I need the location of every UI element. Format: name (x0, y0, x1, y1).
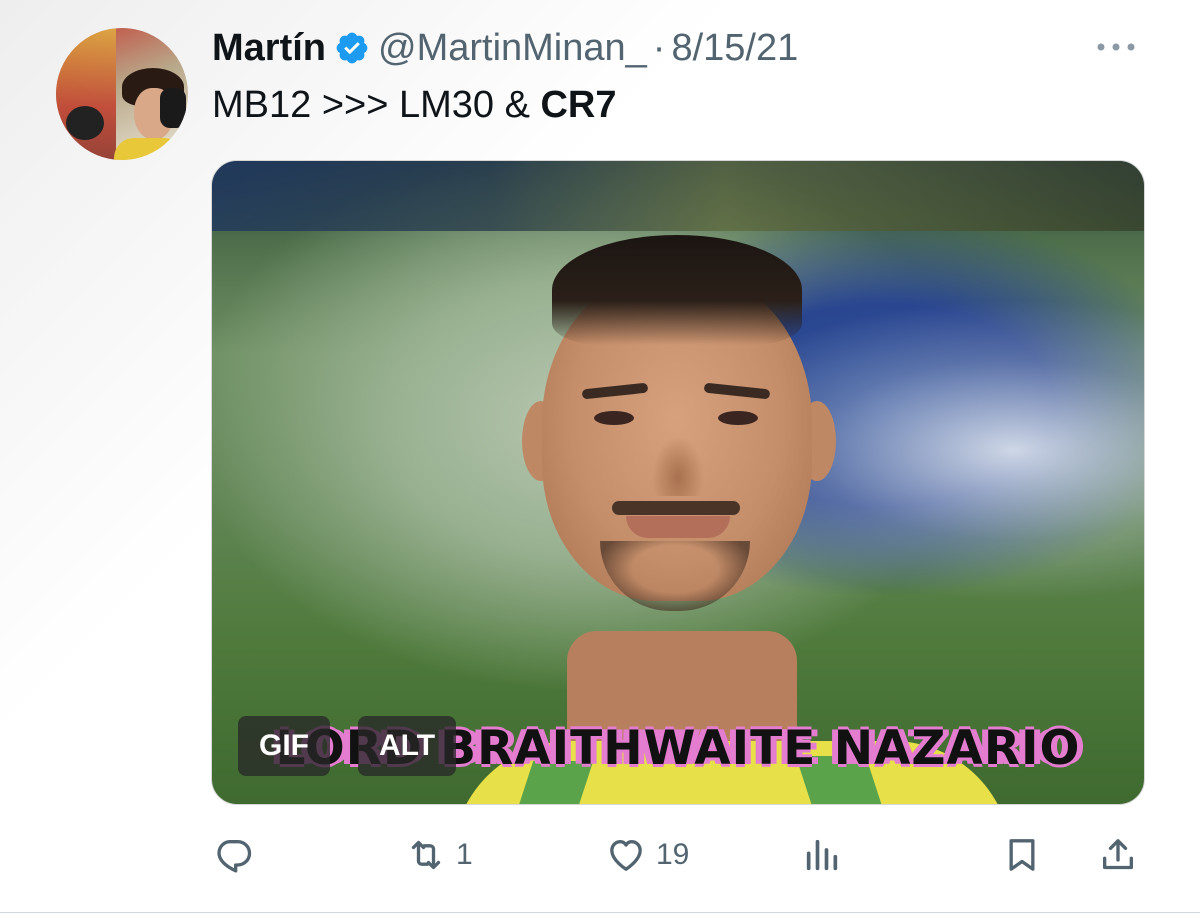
bookmark-icon (1009, 839, 1035, 871)
retweet-button[interactable]: 1 (406, 830, 473, 880)
reply-button[interactable] (214, 830, 264, 880)
like-button[interactable]: 19 (606, 830, 689, 880)
author-name[interactable]: Martín (212, 27, 326, 70)
gif-badge: GIF (238, 716, 330, 776)
header-separator: · (652, 26, 666, 69)
author-handle[interactable]: @MartinMinan_ (378, 27, 647, 70)
tweet-page: Martín @MartinMinan_ · 8/15/21 MB12 >>> … (0, 0, 1200, 921)
heart-icon (610, 840, 642, 871)
share-button[interactable] (1098, 830, 1138, 880)
retweet-count: 1 (456, 838, 473, 871)
tweet-actions: 1 19 (0, 830, 1200, 880)
retweet-icon (411, 840, 441, 870)
tweet-text-bold: CR7 (540, 84, 617, 126)
tweet-text: MB12 >>> LM30 & CR7 (212, 84, 617, 127)
media-player-beard (600, 541, 750, 611)
avatar-background (56, 28, 116, 160)
avatar-headphones (160, 88, 186, 128)
views-icon (806, 839, 838, 871)
media-player-eye (718, 411, 758, 425)
share-icon (1103, 839, 1133, 870)
gif-caption: LORD BRAITHWAITE NAZARIO (275, 721, 1081, 776)
author-avatar[interactable] (56, 28, 188, 160)
divider (0, 912, 1200, 913)
avatar-microphone (66, 106, 104, 140)
media-player-mouth (626, 516, 730, 538)
more-icon[interactable] (1094, 30, 1138, 64)
like-count: 19 (656, 838, 690, 871)
reply-icon (217, 840, 252, 873)
alt-text-button[interactable]: ALT (358, 716, 456, 776)
media-player-nose (652, 436, 704, 496)
tweet-text-regular: MB12 >>> LM30 & (212, 84, 541, 126)
tweet-media-gif[interactable]: LORD BRAITHWAITE NAZARIO GIF ALT (211, 160, 1145, 805)
verified-badge-icon[interactable] (334, 30, 370, 66)
media-player-hair (552, 235, 802, 345)
media-player-eye (594, 411, 634, 425)
bookmark-button[interactable] (1002, 830, 1042, 880)
views-button[interactable] (802, 830, 852, 880)
tweet-date[interactable]: 8/15/21 (671, 27, 798, 70)
media-player-moustache (612, 501, 740, 515)
tweet-header: Martín @MartinMinan_ · 8/15/21 (212, 22, 798, 74)
avatar-shirt (114, 138, 184, 160)
media-background (212, 161, 1144, 231)
